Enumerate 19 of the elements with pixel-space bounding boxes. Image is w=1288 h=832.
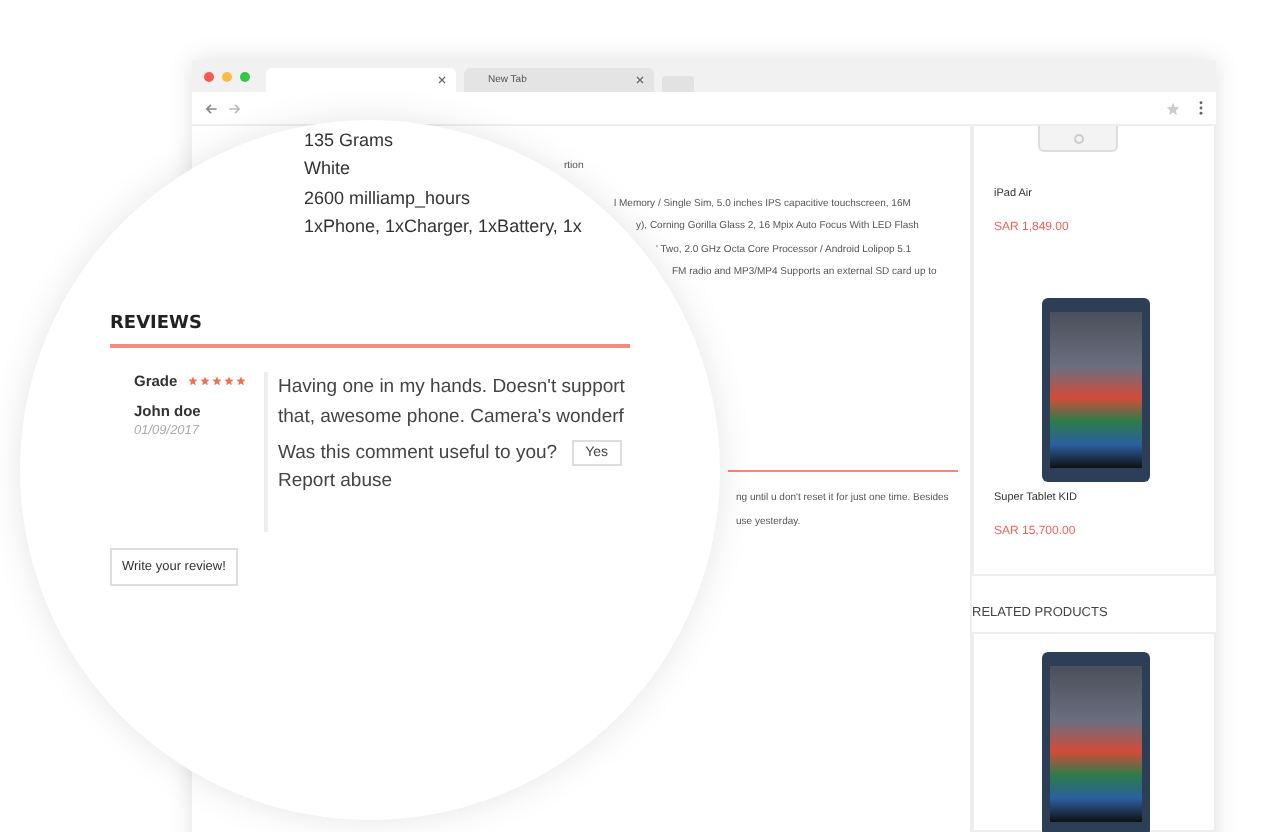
close-icon[interactable] bbox=[636, 76, 644, 84]
spec-value: White bbox=[304, 156, 351, 183]
useful-question: Was this comment useful to you? bbox=[278, 442, 558, 465]
spec-value: 135 Grams bbox=[304, 128, 394, 154]
forward-arrow-icon[interactable] bbox=[228, 101, 242, 115]
product-card[interactable] bbox=[972, 632, 1216, 832]
minimize-window-icon[interactable] bbox=[222, 71, 232, 81]
spec-value: 1xPhone, 1xCharger, 1xBattery, 1x bbox=[304, 213, 582, 240]
review-text: Having one in my hands. Doesn't support bbox=[278, 374, 625, 403]
close-window-icon[interactable] bbox=[204, 71, 214, 81]
back-arrow-icon[interactable] bbox=[204, 101, 218, 115]
bookmark-star-icon[interactable] bbox=[1166, 101, 1180, 115]
maximize-window-icon[interactable] bbox=[240, 71, 250, 81]
close-icon[interactable] bbox=[438, 76, 446, 84]
menu-icon[interactable] bbox=[1198, 100, 1204, 116]
spec-value: 2600 milliamp_hours bbox=[304, 185, 471, 212]
reviews-heading: REVIEWS bbox=[110, 314, 630, 349]
report-abuse-link[interactable]: Report abuse bbox=[278, 470, 625, 493]
review-text: that, awesome phone. Camera's wonderf bbox=[278, 404, 625, 433]
